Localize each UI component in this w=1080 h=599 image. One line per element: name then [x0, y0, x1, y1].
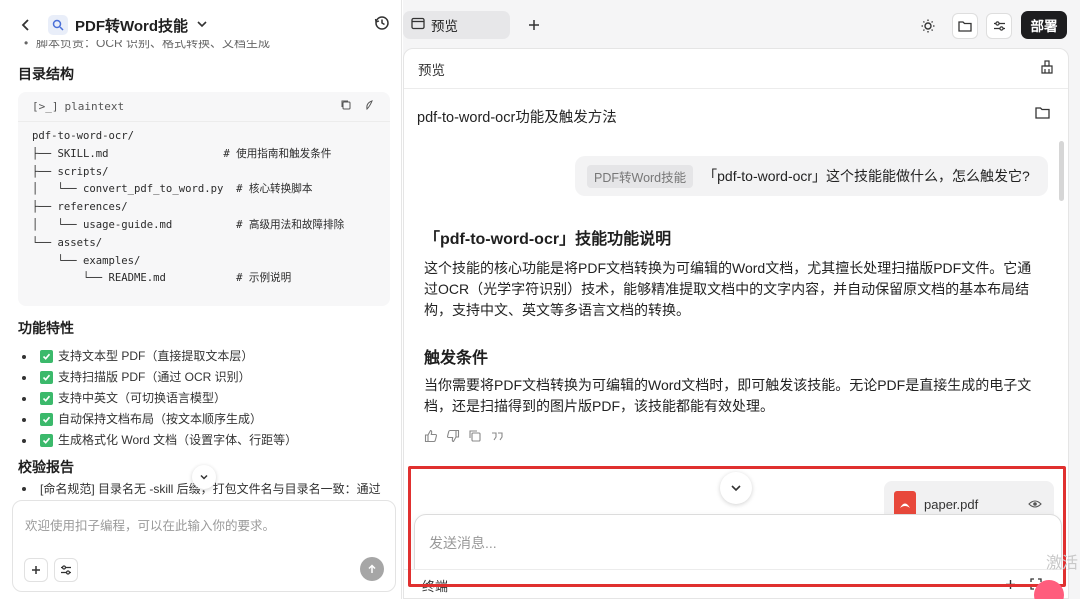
- watermark: 激活: [1046, 555, 1079, 572]
- answer-heading-2: 触发条件: [424, 350, 489, 367]
- wrap-icon[interactable]: [364, 99, 376, 114]
- thumbs-down-icon[interactable]: [446, 429, 460, 446]
- send-button[interactable]: [360, 557, 384, 581]
- project-name[interactable]: PDF转Word技能: [75, 15, 188, 36]
- back-icon[interactable]: [14, 13, 38, 37]
- scroll-down-button[interactable]: [720, 472, 752, 504]
- feedback-bar: [424, 429, 504, 446]
- terminal-icon: [>_]: [32, 100, 59, 113]
- code-text: pdf-to-word-ocr/ ├── SKILL.md # 使用指南和触发条…: [32, 130, 345, 285]
- features-list: 支持文本型 PDF（直接提取文本层） 支持扫描版 PDF（通过 OCR 识别） …: [18, 346, 384, 451]
- tab-preview[interactable]: 预览: [403, 11, 510, 39]
- checkmark-icon: [40, 392, 53, 405]
- clean-brush-icon[interactable]: [1040, 60, 1054, 77]
- skill-chip: PDF转Word技能: [587, 164, 694, 188]
- answer-paragraph-2: 当你需要将PDF文档转换为可编辑的Word文档时，即可触发该技能。无论PDF是直…: [424, 377, 1032, 414]
- copy-icon[interactable]: [468, 429, 482, 446]
- right-panel: 预览 部署 预览 pdf-to-word-ocr功能及触发方法 PDF转Word…: [403, 0, 1080, 599]
- left-panel: PDF转Word技能 脚本负责：OCR 识别、格式转换、文档生成 目录结构 [>…: [0, 0, 402, 599]
- user-message-text: 「pdf-to-word-ocr」这个技能能做什么，怎么触发它?: [703, 168, 1030, 184]
- list-item: 自动保持文档布局（按文本顺序生成）: [18, 409, 384, 430]
- thumbs-up-icon[interactable]: [424, 429, 438, 446]
- add-tab-button[interactable]: [522, 13, 546, 37]
- preview-header: 预览: [404, 49, 1068, 89]
- list-item: 支持中英文（可切换语言模型）: [18, 388, 384, 409]
- eye-icon[interactable]: [1028, 497, 1042, 512]
- right-toolbar: 预览 部署: [403, 0, 1080, 48]
- file-name: paper.pdf: [924, 496, 979, 512]
- code-header: [>_] plaintext: [18, 92, 390, 122]
- scrollbar[interactable]: [1059, 141, 1064, 201]
- conversation-title: pdf-to-word-ocr功能及触发方法: [417, 110, 617, 126]
- project-icon: [48, 15, 68, 35]
- list-item: 脚本负责：OCR 识别、格式转换、文档生成: [18, 40, 384, 54]
- input-placeholder: 欢迎使用扣子编程，可以在此输入你的要求。: [25, 519, 276, 533]
- checkmark-icon: [40, 371, 53, 384]
- add-terminal-icon[interactable]: [1005, 578, 1016, 593]
- list-item: 支持扫描版 PDF（通过 OCR 识别）: [18, 367, 384, 388]
- list-item: 支持文本型 PDF（直接提取文本层）: [18, 346, 384, 367]
- answer-heading-1: 「pdf-to-word-ocr」技能功能说明: [424, 231, 672, 248]
- checkmark-icon: [40, 413, 53, 426]
- chevron-down-icon[interactable]: [196, 18, 208, 33]
- input-placeholder: 发送消息...: [429, 535, 497, 551]
- folder-icon[interactable]: [1035, 106, 1050, 122]
- folder-icon[interactable]: [952, 13, 978, 39]
- scroll-down-button[interactable]: [192, 465, 216, 489]
- left-content: 脚本负责：OCR 识别、格式转换、文档生成 目录结构 [>_] plaintex…: [0, 40, 402, 500]
- code-language: plaintext: [64, 100, 125, 113]
- deploy-button[interactable]: 部署: [1021, 11, 1067, 39]
- user-message: PDF转Word技能 「pdf-to-word-ocr」这个技能能做什么，怎么触…: [575, 156, 1048, 196]
- left-chat-input[interactable]: 欢迎使用扣子编程，可以在此输入你的要求。: [12, 500, 396, 592]
- list-item: 生成格式化 Word 文档（设置字体、行距等）: [18, 430, 384, 451]
- code-block: [>_] plaintext pdf-to-word-ocr/ ├── SKIL…: [18, 92, 390, 306]
- quote-icon[interactable]: [490, 429, 504, 446]
- checkmark-icon: [40, 434, 53, 447]
- settings-sliders-icon[interactable]: [54, 558, 78, 582]
- window-icon: [411, 17, 425, 33]
- terminal-label: 终端: [422, 579, 449, 594]
- add-button[interactable]: [24, 558, 48, 582]
- settings-sliders-icon[interactable]: [986, 13, 1012, 39]
- preview-card: 预览 pdf-to-word-ocr功能及触发方法 PDF转Word技能 「pd…: [403, 48, 1069, 599]
- history-icon[interactable]: [374, 15, 390, 34]
- copy-icon[interactable]: [340, 99, 352, 114]
- answer-paragraph-1: 这个技能的核心功能是将PDF文档转换为可编辑的Word文档，尤其擅长处理扫描版P…: [424, 260, 1032, 318]
- terminal-bar[interactable]: 终端: [404, 569, 1068, 598]
- dir-heading: 目录结构: [18, 66, 74, 82]
- theme-sun-icon[interactable]: [915, 13, 941, 39]
- features-heading: 功能特性: [18, 320, 74, 336]
- checkmark-icon: [40, 350, 53, 363]
